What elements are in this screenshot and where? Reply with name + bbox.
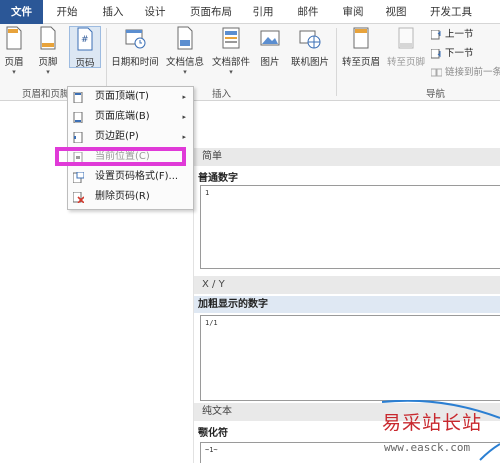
online-picture-button-label: 联机图片 [290, 57, 329, 68]
goto-footer-icon [398, 27, 414, 49]
quick-parts-icon [222, 27, 240, 49]
submenu-arrow-icon: ▸ [182, 93, 186, 101]
page-top-icon [73, 92, 83, 103]
footer-button[interactable]: 页脚 ▾ [36, 26, 60, 84]
menu-item-page-top[interactable]: 页面顶端(T) ▸ [68, 87, 193, 107]
chevron-down-icon: ▾ [12, 68, 16, 76]
preview-page-number: 1 [205, 189, 210, 197]
gallery-item-title: 颚化符 [198, 428, 228, 439]
group-label-navigation: 导航 [426, 89, 446, 100]
next-section-label: 下一节 [445, 48, 474, 59]
gallery-item-preview[interactable]: 1/1 [200, 315, 500, 401]
header-button[interactable]: 页眉 ▾ [2, 26, 26, 84]
previous-section-icon [431, 29, 441, 39]
online-picture-icon [299, 30, 321, 49]
menu-item-page-bottom[interactable]: 页面底端(B) ▸ [68, 107, 193, 127]
svg-text:#: # [81, 35, 89, 45]
goto-header-icon [353, 27, 369, 49]
picture-button-label: 图片 [260, 57, 280, 68]
menu-item-format-page-numbers[interactable]: 设置页码格式(F)... [68, 167, 193, 187]
chevron-down-icon: ▾ [229, 68, 233, 76]
submenu-arrow-icon: ▸ [182, 133, 186, 141]
footer-button-label: 页脚 [38, 57, 58, 68]
document-info-button-label: 文档信息 [165, 57, 204, 68]
gallery-section-header: X / Y [194, 276, 500, 294]
picture-button[interactable]: 图片 [256, 26, 284, 84]
previous-section-button[interactable]: 上一节 [431, 27, 474, 43]
goto-header-button[interactable]: 转至页眉 [340, 26, 382, 84]
previous-section-label: 上一节 [445, 29, 474, 40]
online-picture-button[interactable]: 联机图片 [288, 26, 332, 84]
date-time-button-label: 日期和时间 [111, 57, 159, 68]
gallery-item-title: 普通数字 [198, 173, 238, 184]
document-info-button[interactable]: 文档信息 ▾ [163, 26, 207, 84]
picture-icon [260, 30, 280, 46]
tab-home[interactable]: 开始 [52, 0, 82, 24]
gallery-item-preview[interactable]: 1 [200, 185, 500, 269]
tab-design[interactable]: 设计 [140, 0, 170, 24]
footer-icon [40, 26, 56, 50]
tab-file[interactable]: 文件 [0, 0, 43, 24]
group-separator [336, 28, 337, 96]
quick-parts-button[interactable]: 文档部件 ▾ [209, 26, 253, 84]
tab-developer[interactable]: 开发工具 [425, 0, 477, 24]
tab-references[interactable]: 引用 [248, 0, 278, 24]
tab-mailings[interactable]: 邮件 [293, 0, 323, 24]
menu-item-page-margin[interactable]: 页边距(P) ▸ [68, 127, 193, 147]
header-icon [6, 26, 22, 50]
gallery-item-title: 加粗显示的数字 [194, 296, 500, 313]
tab-review[interactable]: 审阅 [338, 0, 368, 24]
group-label-header-footer: 页眉和页脚 [22, 89, 70, 100]
page-number-button[interactable]: # 页码 [69, 26, 101, 69]
gallery-section-header: 简单 [194, 148, 500, 166]
site-watermark: 易采站长站 www.easck.com [382, 400, 500, 463]
link-to-previous-button[interactable]: 链接到前一条 [431, 65, 500, 81]
chevron-down-icon: ▾ [46, 68, 50, 76]
page-margin-icon [73, 132, 83, 143]
link-to-previous-label: 链接到前一条 [445, 67, 500, 78]
link-to-previous-icon [431, 68, 442, 76]
ribbon-tab-bar: 文件 开始 插入 设计 页面布局 引用 邮件 审阅 视图 开发工具 [0, 0, 500, 24]
page-bottom-icon [73, 112, 83, 123]
menu-item-label: 页面顶端(T) [95, 91, 149, 102]
menu-item-label: 设置页码格式(F)... [95, 171, 179, 182]
quick-parts-button-label: 文档部件 [211, 57, 250, 68]
next-section-button[interactable]: 下一节 [431, 46, 474, 62]
menu-item-label: 页边距(P) [95, 131, 139, 142]
document-info-icon [177, 26, 193, 50]
group-label-insert: 插入 [212, 89, 232, 100]
remove-page-number-icon [73, 192, 84, 203]
tab-view[interactable]: 视图 [381, 0, 411, 24]
highlight-annotation-box [55, 147, 186, 166]
goto-header-button-label: 转至页眉 [341, 57, 380, 68]
tab-page-layout[interactable]: 页面布局 [185, 0, 237, 24]
watermark-title: 易采站长站 [382, 412, 483, 434]
preview-page-number: ~1~ [205, 446, 218, 454]
menu-item-label: 删除页码(R) [95, 191, 150, 202]
date-time-icon [125, 29, 146, 49]
format-page-number-icon [73, 172, 84, 183]
page-number-button-label: 页码 [75, 58, 95, 69]
chevron-down-icon: ▾ [183, 68, 187, 76]
menu-item-remove-page-numbers[interactable]: 删除页码(R) [68, 187, 193, 207]
tab-insert[interactable]: 插入 [98, 0, 128, 24]
menu-item-label: 页面底端(B) [95, 111, 150, 122]
watermark-url: www.easck.com [384, 441, 471, 454]
preview-page-number: 1/1 [205, 319, 218, 327]
header-button-label: 页眉 [4, 57, 24, 68]
page-number-icon: # [77, 27, 93, 51]
date-time-button[interactable]: 日期和时间 [109, 26, 161, 84]
goto-footer-button[interactable]: 转至页脚 [385, 26, 427, 84]
submenu-arrow-icon: ▸ [182, 113, 186, 121]
next-section-icon [431, 48, 441, 58]
goto-footer-button-label: 转至页脚 [386, 57, 425, 68]
